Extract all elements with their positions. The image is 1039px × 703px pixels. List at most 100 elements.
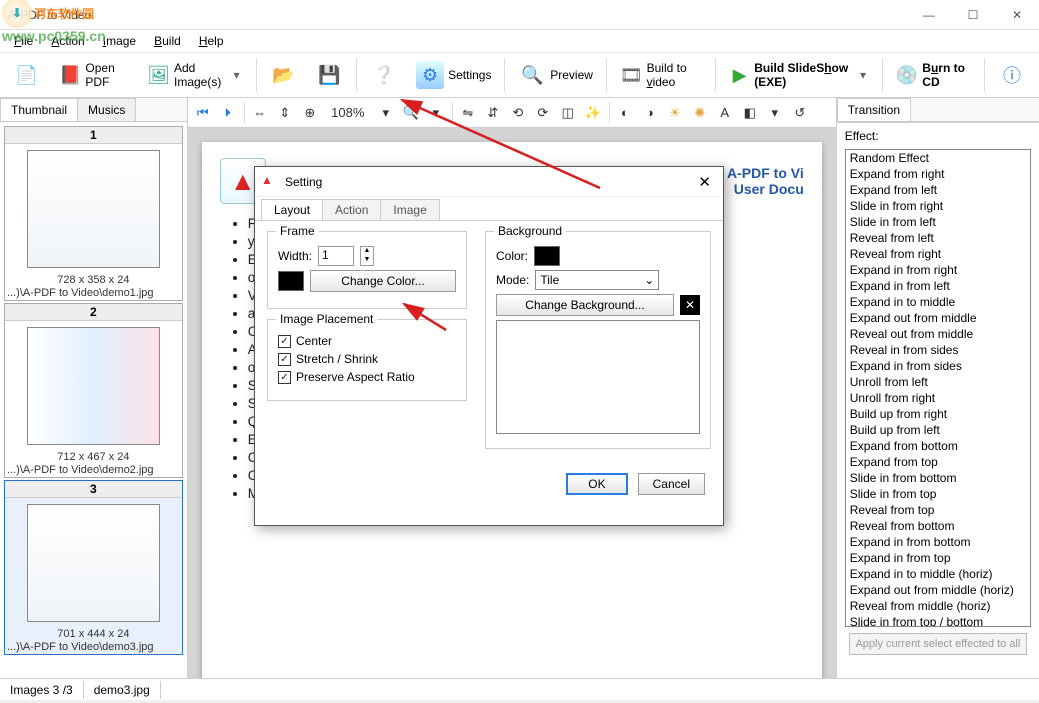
flip-h-icon[interactable]: ⇋ xyxy=(457,102,479,124)
build-slideshow-button[interactable]: ▶Build SlideShow (EXE)▾ xyxy=(722,56,876,94)
width-input[interactable]: 1 xyxy=(318,246,354,266)
brightness-up-icon[interactable]: ☀ xyxy=(664,102,686,124)
apply-effect-button[interactable]: Apply current select effected to all xyxy=(849,633,1027,655)
effect-item[interactable]: Reveal from middle (horiz) xyxy=(846,598,1030,614)
effect-item[interactable]: Slide in from top / bottom xyxy=(846,614,1030,627)
menu-image[interactable]: Image xyxy=(95,32,144,50)
fit-height-icon[interactable]: ⇕ xyxy=(274,102,296,124)
info-button[interactable]: ⓘ xyxy=(991,56,1033,94)
rotate-right-icon[interactable]: ⟳ xyxy=(532,102,554,124)
tab-musics[interactable]: Musics xyxy=(77,98,136,121)
effect-item[interactable]: Expand from top xyxy=(846,454,1030,470)
effect-item[interactable]: Random Effect xyxy=(846,150,1030,166)
effect-item[interactable]: Reveal from left xyxy=(846,230,1030,246)
text-icon[interactable]: A xyxy=(714,102,736,124)
save-button[interactable]: 💾 xyxy=(308,56,350,94)
tab-transition[interactable]: Transition xyxy=(837,98,911,121)
width-spinner[interactable]: ▲▼ xyxy=(360,246,374,266)
first-icon[interactable]: ⏮ xyxy=(192,102,214,124)
zoom-value[interactable]: 108% xyxy=(324,102,372,124)
effect-item[interactable]: Expand out from middle (horiz) xyxy=(846,582,1030,598)
minimize-button[interactable]: — xyxy=(907,1,951,29)
frame-color-swatch[interactable] xyxy=(278,271,304,291)
change-background-button[interactable]: Change Background... xyxy=(496,294,674,316)
effect-item[interactable]: Expand from left xyxy=(846,182,1030,198)
flip-v-icon[interactable]: ⇵ xyxy=(482,102,504,124)
effect-item[interactable]: Unroll from right xyxy=(846,390,1030,406)
thumbnail-item-selected[interactable]: 3 701 x 444 x 24 ...)\A-PDF to Video\dem… xyxy=(4,480,183,655)
effect-item[interactable]: Unroll from left xyxy=(846,374,1030,390)
effect-item[interactable]: Reveal from right xyxy=(846,246,1030,262)
tab-thumbnail[interactable]: Thumbnail xyxy=(0,98,78,121)
effect-item[interactable]: Expand out from middle xyxy=(846,310,1030,326)
grayscale-icon[interactable]: ◧ xyxy=(739,102,761,124)
open-new-button[interactable]: 📄 xyxy=(6,56,48,94)
change-color-button[interactable]: Change Color... xyxy=(310,270,456,292)
close-button[interactable]: ✕ xyxy=(995,1,1039,29)
cancel-button[interactable]: Cancel xyxy=(638,473,705,495)
menu-build[interactable]: Build xyxy=(146,32,189,50)
bg-mode-select[interactable]: Tile⌄ xyxy=(535,270,659,290)
zoom-in-icon[interactable]: ⊕ xyxy=(299,102,321,124)
build-video-button[interactable]: 🎞Build to video xyxy=(613,56,709,94)
effect-item[interactable]: Expand from bottom xyxy=(846,438,1030,454)
effect-item[interactable]: Expand in from top xyxy=(846,550,1030,566)
effect-item[interactable]: Expand in from sides xyxy=(846,358,1030,374)
effect-item[interactable]: Reveal from top xyxy=(846,502,1030,518)
add-images-button[interactable]: 🖼Add Image(s)▾ xyxy=(140,56,249,94)
chevron-down-icon[interactable]: ▾ xyxy=(764,102,786,124)
bg-color-swatch[interactable] xyxy=(534,246,560,266)
effect-item[interactable]: Expand in from right xyxy=(846,262,1030,278)
burn-cd-button[interactable]: 💿Burn to CD xyxy=(889,56,978,94)
rotate-left-icon[interactable]: ⟲ xyxy=(507,102,529,124)
effect-item[interactable]: Expand in to middle xyxy=(846,294,1030,310)
contrast-up-icon[interactable]: ◐ xyxy=(614,102,636,124)
zoom-out-icon[interactable]: 🔍 xyxy=(400,102,422,124)
effect-list[interactable]: Random EffectExpand from rightExpand fro… xyxy=(845,149,1031,627)
chevron-down-icon[interactable]: ▾ xyxy=(230,68,242,82)
fit-width-icon[interactable]: ⇔ xyxy=(249,102,271,124)
help-button[interactable]: ❔ xyxy=(363,56,405,94)
clear-background-button[interactable]: ✕ xyxy=(680,295,700,315)
effect-item[interactable]: Expand from right xyxy=(846,166,1030,182)
effect-item[interactable]: Slide in from right xyxy=(846,198,1030,214)
effect-item[interactable]: Slide in from left xyxy=(846,214,1030,230)
play-icon[interactable]: ⏵ xyxy=(217,102,239,124)
thumbnail-list[interactable]: 1 728 x 358 x 24 ...)\A-PDF to Video\dem… xyxy=(0,122,187,678)
dialog-tab-layout[interactable]: Layout xyxy=(261,199,323,220)
open-pdf-button[interactable]: 📕Open PDF xyxy=(52,56,136,94)
ok-button[interactable]: OK xyxy=(566,473,627,495)
chevron-down-icon[interactable]: ▾ xyxy=(857,68,869,82)
effect-item[interactable]: Expand in from left xyxy=(846,278,1030,294)
brightness-down-icon[interactable]: ✺ xyxy=(689,102,711,124)
effect-item[interactable]: Expand in to middle (horiz) xyxy=(846,566,1030,582)
effect-item[interactable]: Reveal in from sides xyxy=(846,342,1030,358)
dialog-close-button[interactable]: ✕ xyxy=(692,171,717,193)
thumbnail-item[interactable]: 1 728 x 358 x 24 ...)\A-PDF to Video\dem… xyxy=(4,126,183,301)
effect-item[interactable]: Slide in from bottom xyxy=(846,470,1030,486)
effect-item[interactable]: Slide in from top xyxy=(846,486,1030,502)
menu-action[interactable]: Action xyxy=(43,32,92,50)
menu-help[interactable]: Help xyxy=(191,32,232,50)
dialog-tab-image[interactable]: Image xyxy=(380,199,439,220)
maximize-button[interactable]: ☐ xyxy=(951,1,995,29)
preview-button[interactable]: 🔍Preview xyxy=(511,56,600,94)
stretch-checkbox[interactable]: ✓Stretch / Shrink xyxy=(278,352,456,366)
effect-item[interactable]: Reveal out from middle xyxy=(846,326,1030,342)
menu-file[interactable]: File xyxy=(6,32,41,50)
chevron-down-icon[interactable]: ▾ xyxy=(375,102,397,124)
center-checkbox[interactable]: ✓Center xyxy=(278,334,456,348)
effect-item[interactable]: Build up from left xyxy=(846,422,1030,438)
preserve-ratio-checkbox[interactable]: ✓Preserve Aspect Ratio xyxy=(278,370,456,384)
effect-item[interactable]: Expand in from bottom xyxy=(846,534,1030,550)
effect-item[interactable]: Reveal from bottom xyxy=(846,518,1030,534)
open-folder-button[interactable]: 📂 xyxy=(262,56,304,94)
crop-icon[interactable]: ◫ xyxy=(557,102,579,124)
chevron-down-icon[interactable]: ▾ xyxy=(425,102,447,124)
effects-icon[interactable]: ✨ xyxy=(582,102,604,124)
thumbnail-item[interactable]: 2 712 x 467 x 24 ...)\A-PDF to Video\dem… xyxy=(4,303,183,478)
dialog-tab-action[interactable]: Action xyxy=(322,199,381,220)
settings-button[interactable]: ⚙Settings xyxy=(409,56,498,94)
contrast-down-icon[interactable]: ◑ xyxy=(639,102,661,124)
effect-item[interactable]: Build up from right xyxy=(846,406,1030,422)
